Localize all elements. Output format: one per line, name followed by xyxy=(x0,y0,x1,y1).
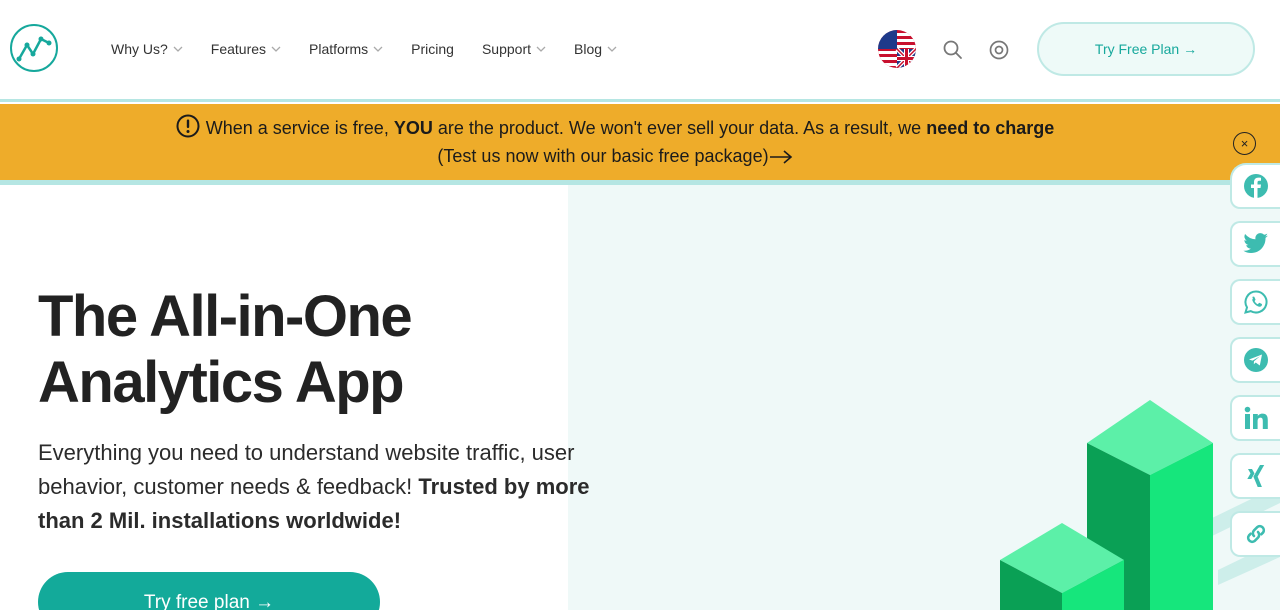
chevron-down-icon xyxy=(271,46,281,52)
nav-platforms[interactable]: Platforms xyxy=(309,41,383,57)
nav-support[interactable]: Support xyxy=(482,41,546,57)
facebook-icon xyxy=(1244,174,1268,198)
share-whatsapp-button[interactable] xyxy=(1230,279,1280,325)
notice-banner: When a service is free, YOU are the prod… xyxy=(0,104,1280,180)
banner-text-part2: are the product. We won't ever sell your… xyxy=(432,118,927,138)
telegram-icon xyxy=(1244,348,1268,372)
nav-label: Support xyxy=(481,41,532,57)
hero-desc-line1: Everything you need to understand websit… xyxy=(38,440,575,465)
banner-message: When a service is free, YOU are the prod… xyxy=(0,114,1230,170)
nav-blog[interactable]: Blog xyxy=(574,41,617,57)
share-twitter-button[interactable] xyxy=(1230,221,1280,267)
hero-desc-line3-bold: than 2 Mil. installations worldwide! xyxy=(38,508,402,533)
logo[interactable] xyxy=(10,24,58,72)
xing-icon xyxy=(1247,465,1265,487)
nav-label: Why Us? xyxy=(111,41,168,57)
hero-desc-line2: behavior, customer needs & feedback! xyxy=(38,474,419,499)
nav-label: Platforms xyxy=(309,41,369,57)
twitter-icon xyxy=(1243,233,1268,253)
account-icon[interactable] xyxy=(989,40,1009,60)
header-divider xyxy=(0,99,1280,102)
share-facebook-button[interactable] xyxy=(1230,163,1280,209)
banner-text-bold1: YOU xyxy=(393,118,433,138)
banner-line2: (Test us now with our basic free package… xyxy=(437,146,769,166)
share-link-button[interactable] xyxy=(1230,511,1280,557)
hero-desc-line2-bold: Trusted by more xyxy=(418,474,590,499)
chevron-down-icon xyxy=(536,46,546,52)
share-telegram-button[interactable] xyxy=(1230,337,1280,383)
nav-label: Features xyxy=(210,41,267,57)
nav-why-us[interactable]: Why Us? xyxy=(111,41,183,57)
nav-features[interactable]: Features xyxy=(211,41,281,57)
exclamation-icon xyxy=(176,114,200,138)
search-icon[interactable] xyxy=(943,40,963,60)
nav-label: Pricing xyxy=(411,41,454,57)
site-header: Why Us? Features Platforms Pricing Suppo… xyxy=(0,0,1280,100)
arrow-right-icon xyxy=(769,150,792,164)
share-xing-button[interactable] xyxy=(1230,453,1280,499)
chevron-down-icon xyxy=(173,46,183,52)
banner-text-part1: When a service is free, xyxy=(205,118,394,138)
banner-close-button[interactable]: × xyxy=(1233,132,1256,155)
banner-text-bold2: need to charge xyxy=(926,118,1055,138)
main-nav: Why Us? Features Platforms Pricing Suppo… xyxy=(111,38,645,60)
whatsapp-icon xyxy=(1244,290,1268,314)
linkedin-icon xyxy=(1244,406,1268,429)
nav-pricing[interactable]: Pricing xyxy=(411,41,454,57)
hero-title-line1: The All-in-One xyxy=(38,284,413,349)
hero-description: Everything you need to understand websit… xyxy=(38,436,598,538)
chart-logo-icon xyxy=(16,36,52,62)
hero-title-line2: Analytics App xyxy=(38,350,405,415)
chevron-down-icon xyxy=(607,46,617,52)
share-linkedin-button[interactable] xyxy=(1230,395,1280,441)
language-flag-icon[interactable] xyxy=(878,30,916,68)
chevron-down-icon xyxy=(373,46,383,52)
hero-title: The All-in-One Analytics App xyxy=(38,284,413,416)
try-free-plan-button[interactable]: Try Free Plan → xyxy=(1037,22,1255,76)
bar-chart-illustration xyxy=(1000,400,1280,610)
nav-label: Blog xyxy=(574,41,603,57)
hero-illustration-area xyxy=(568,185,1280,610)
link-icon xyxy=(1246,524,1266,544)
hero-try-free-plan-button[interactable]: Try free plan → xyxy=(38,572,380,610)
banner-free-package-link[interactable]: (Test us now with our basic free package… xyxy=(0,142,1230,170)
